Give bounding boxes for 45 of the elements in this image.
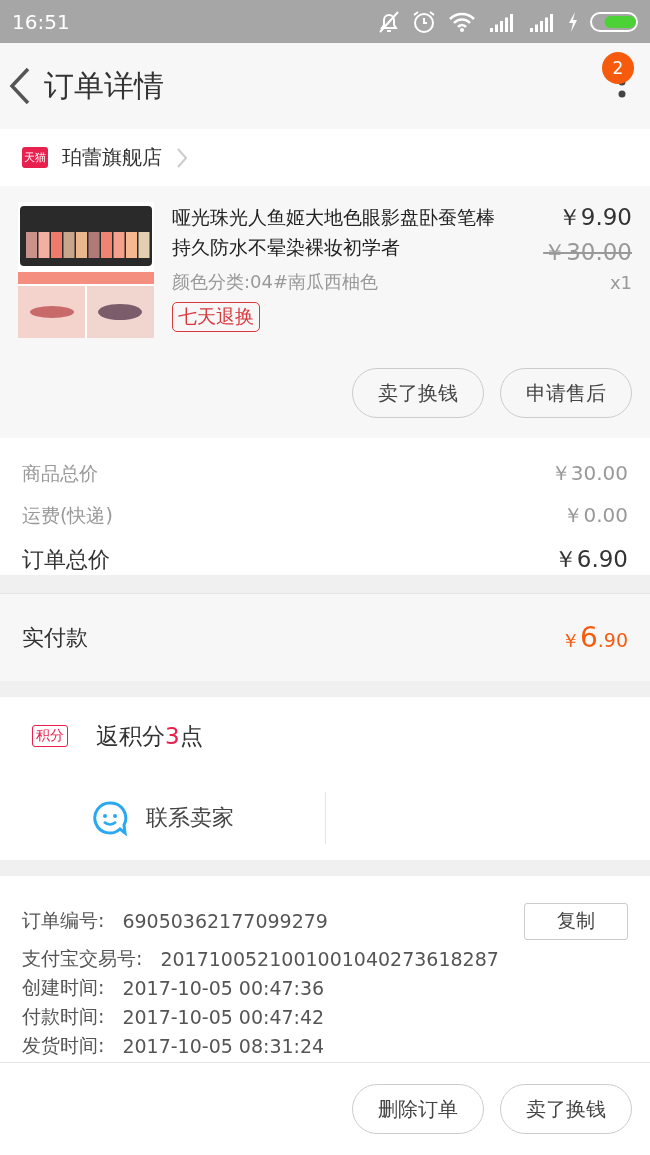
return-policy-tag: 七天退换 <box>172 302 260 332</box>
total-value: ￥6.90 <box>553 545 628 574</box>
page-title: 订单详情 <box>44 66 164 105</box>
paid-amount: ￥6.90 <box>560 621 628 654</box>
signal-icon <box>528 11 556 32</box>
detail-label: 发货时间: <box>22 1032 105 1058</box>
product-price: ￥9.90 <box>557 203 632 232</box>
wifi-icon <box>448 10 476 33</box>
action-button[interactable]: 删除订单 <box>352 1084 484 1134</box>
product-variant: 颜色分类:04#南瓜西柚色 <box>172 270 380 294</box>
charging-icon <box>568 11 578 32</box>
store-name[interactable]: 珀蕾旗舰店 <box>62 144 162 171</box>
paid-label: 实付款 <box>22 623 88 652</box>
detail-value: 2017100521001001040273618287 <box>160 947 499 970</box>
detail-value: 69050362177099279 <box>122 910 328 932</box>
bell-off-icon <box>378 9 400 34</box>
notification-badge: 2 <box>602 52 634 84</box>
total-label: 订单总价 <box>22 545 110 574</box>
detail-value: 2017-10-05 00:47:42 <box>122 1005 325 1028</box>
status-time: 16:51 <box>12 9 70 34</box>
chat-face-icon <box>91 799 128 836</box>
points-text: 返积分3点 <box>96 721 203 751</box>
detail-label: 付款时间: <box>22 1003 105 1029</box>
detail-value: 2017-10-05 00:47:36 <box>122 976 325 999</box>
product-quantity: x1 <box>609 272 632 293</box>
original-price: ￥30.00 <box>543 238 632 267</box>
action-button[interactable]: 卖了换钱 <box>352 368 484 418</box>
signal-icon <box>488 11 516 32</box>
total-label: 运费(快递) <box>22 502 113 528</box>
total-value: ￥0.00 <box>563 502 628 529</box>
detail-value: 2017-10-05 08:31:24 <box>122 1034 325 1057</box>
action-button[interactable]: 申请售后 <box>500 368 632 418</box>
detail-label: 创建时间: <box>22 974 105 1000</box>
total-label: 商品总价 <box>22 460 98 486</box>
battery-icon <box>590 10 638 33</box>
detail-label: 支付宝交易号: <box>22 945 143 971</box>
points-tag: 积分 <box>32 725 68 747</box>
store-tag: 天猫 <box>22 147 48 168</box>
product-title[interactable]: 哑光珠光人鱼姬大地色眼影盘卧蚕笔棒持久防水不晕染裸妆初学者 <box>172 202 502 262</box>
action-button[interactable]: 卖了换钱 <box>500 1084 632 1134</box>
back-icon[interactable] <box>8 66 32 106</box>
alarm-icon <box>412 9 436 34</box>
copy-button[interactable]: 复制 <box>524 902 628 940</box>
total-value: ￥30.00 <box>550 460 628 487</box>
detail-label: 订单编号: <box>22 908 105 933</box>
